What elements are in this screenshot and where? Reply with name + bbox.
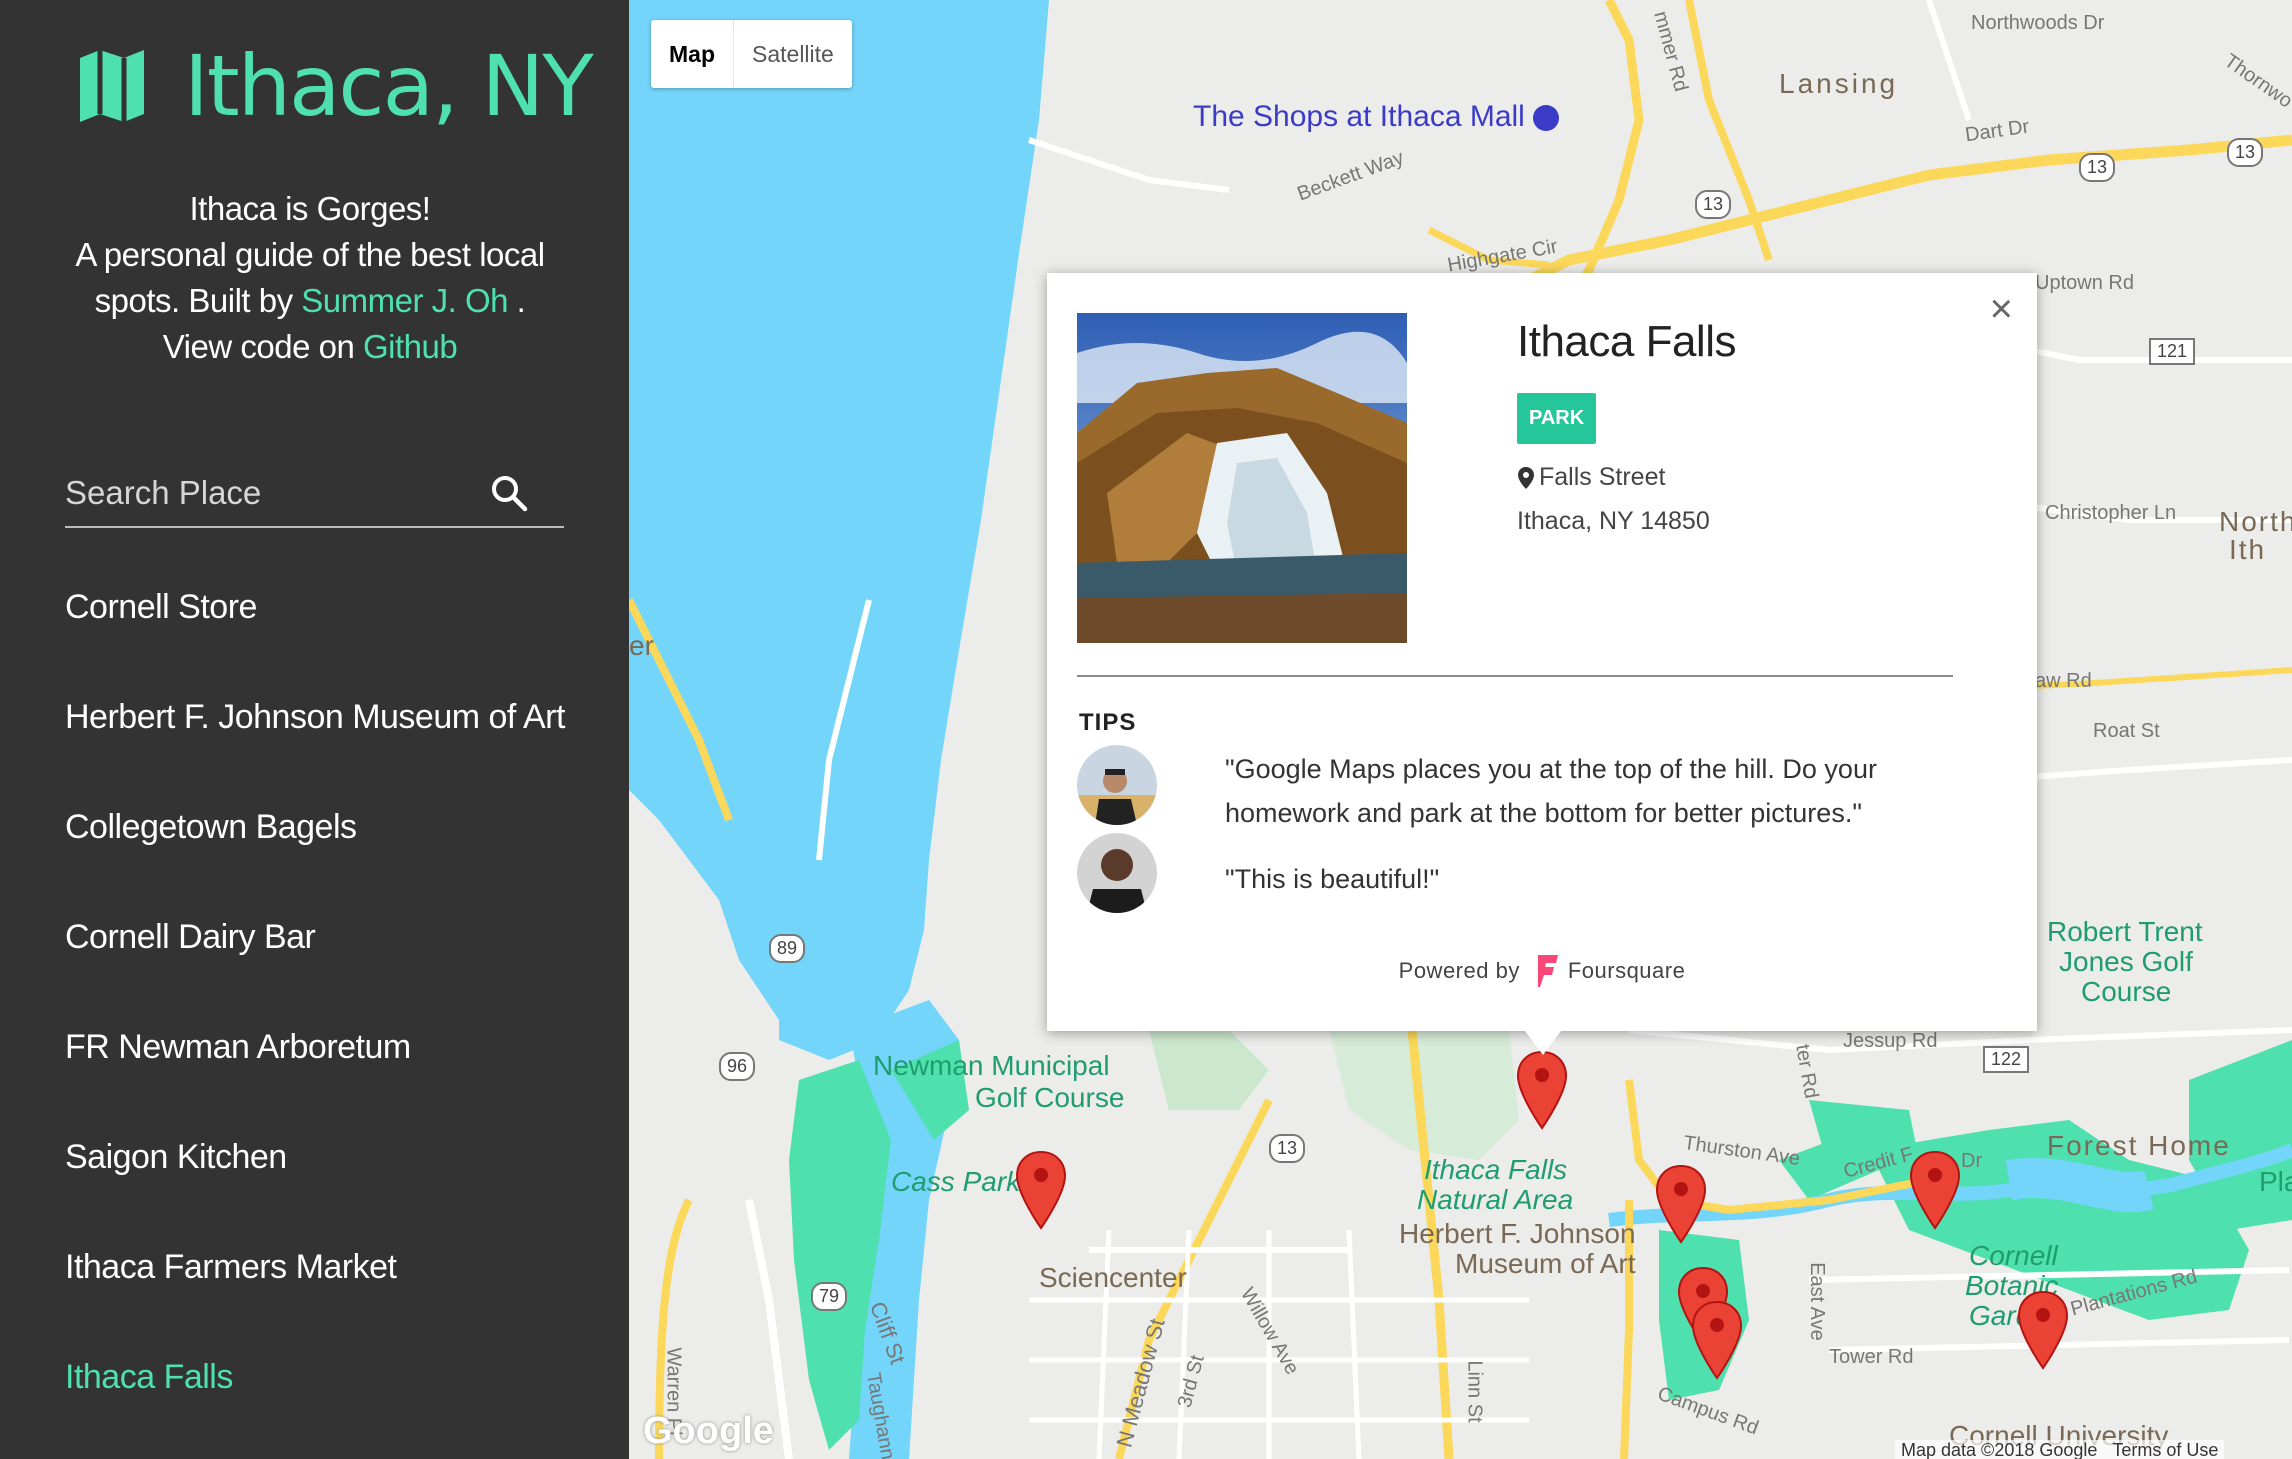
map-label-uptown: Uptown Rd <box>2035 272 2134 294</box>
location-pin-icon <box>1518 466 1534 489</box>
route-89-shield: 89 <box>769 934 806 963</box>
place-item[interactable]: FR Newman Arboretum <box>65 1025 565 1135</box>
map-label-shops: The Shops at Ithaca Mall <box>1193 100 1560 134</box>
about-text: Ithaca is Gorges! A personal guide of th… <box>60 186 560 370</box>
app-title: Ithaca, NY <box>184 37 594 135</box>
route-13-shield: 13 <box>1695 190 1732 219</box>
divider <box>1077 675 1953 677</box>
github-link[interactable]: Github <box>363 328 458 365</box>
map-attribution: Map data ©2018 Google Terms of Use <box>1895 1440 2225 1459</box>
route-122-shield: 122 <box>1983 1046 2030 1073</box>
info-window-pointer <box>1525 1031 1561 1055</box>
map-label-dr: Dr <box>1961 1150 1983 1172</box>
tip-author-avatar <box>1077 745 1157 825</box>
brand: Ithaca, NY <box>76 36 594 136</box>
map-type-control: Map Satellite <box>651 20 852 88</box>
google-logo: Google <box>643 1410 774 1452</box>
foursquare-icon <box>1537 955 1558 987</box>
place-photo <box>1077 313 1407 643</box>
route-13-shield: 13 <box>2227 138 2264 167</box>
powered-by-text: Powered by <box>1398 958 1520 983</box>
map-label-lansing: Lansing <box>1779 68 1899 99</box>
map-label-newman-1: Newman Municipal <box>873 1050 1110 1081</box>
search-icon[interactable] <box>490 474 528 512</box>
map-marker[interactable] <box>2017 1290 2069 1370</box>
map-label-falls-area-2: Natural Area <box>1417 1184 1574 1215</box>
map-label-cass: Cass Park <box>891 1166 1021 1197</box>
map-marker[interactable] <box>1909 1150 1961 1230</box>
provider-name[interactable]: Foursquare <box>1568 958 1686 984</box>
map-type-map-button[interactable]: Map <box>651 20 734 88</box>
map-label-shops-text: The Shops at Ithaca Mall <box>1193 100 1525 133</box>
route-79-shield: 79 <box>811 1282 848 1311</box>
place-name: Ithaca Falls <box>1517 317 1736 366</box>
powered-by: Powered by Foursquare <box>1047 953 2037 989</box>
map-label-falls-area-1: Ithaca Falls <box>1424 1154 1568 1185</box>
map-label-roat: Roat St <box>2093 720 2160 742</box>
search-box <box>65 460 564 528</box>
map-label-jessup: Jessup Rd <box>1843 1030 1938 1052</box>
search-input[interactable] <box>65 460 485 526</box>
address-line-2: Ithaca, NY 14850 <box>1517 507 1710 535</box>
tips-heading: TIPS <box>1079 709 1137 736</box>
tip-author-avatar <box>1077 833 1157 913</box>
map-marker-active[interactable] <box>1516 1050 1568 1130</box>
sidebar: Ithaca, NY Ithaca is Gorges! A personal … <box>0 0 629 1459</box>
map-label-robert-trent-2: Jones Golf <box>2059 946 2193 977</box>
map-data-text: Map data ©2018 Google <box>1901 1440 2098 1459</box>
map-label-christopher: Christopher Ln <box>2045 502 2177 524</box>
tagline: Ithaca is Gorges! <box>189 190 431 227</box>
map-marker[interactable] <box>1691 1300 1743 1380</box>
map-label-linn: Linn St <box>1463 1360 1486 1423</box>
map-label-robert-trent-3: Course <box>2081 976 2172 1007</box>
map-label-northwoods: Northwoods Dr <box>1971 12 2105 34</box>
map-marker[interactable] <box>1655 1164 1707 1244</box>
map-label-johnson-1: Herbert F. Johnson <box>1399 1218 1636 1249</box>
place-item[interactable]: Saigon Kitchen <box>65 1135 565 1245</box>
route-13-shield: 13 <box>1269 1134 1306 1163</box>
map-label-botanic-1: Cornell <box>1969 1240 2058 1271</box>
map-label-newman-2: Golf Course <box>975 1082 1125 1113</box>
route-13-shield: 13 <box>2079 153 2116 182</box>
place-item-active[interactable]: Ithaca Falls <box>65 1355 565 1459</box>
place-item[interactable]: Ithaca Farmers Market <box>65 1245 565 1355</box>
map-label-pla: Pla <box>2259 1166 2292 1197</box>
route-96-shield: 96 <box>719 1052 756 1081</box>
map-type-satellite-button[interactable]: Satellite <box>734 20 852 88</box>
map-label-johnson-2: Museum of Art <box>1455 1248 1636 1279</box>
close-icon[interactable]: × <box>1990 289 2013 329</box>
intro: A personal guide of the best local spots… <box>60 232 560 370</box>
place-item[interactable]: Collegetown Bagels <box>65 805 565 915</box>
map-label-north-2: Ith <box>2229 534 2267 565</box>
map-label-er: er <box>629 630 654 661</box>
route-121-shield: 121 <box>2149 338 2196 365</box>
place-item[interactable]: Cornell Dairy Bar <box>65 915 565 1025</box>
map-icon <box>80 50 144 122</box>
tip-text: "This is beautiful!" <box>1225 864 1440 894</box>
map-label-forest-home: Forest Home <box>2047 1130 2231 1161</box>
info-window: × Ithaca Falls PARK Falls Street Ithaca,… <box>1047 273 2037 1055</box>
tip-text: "Google Maps places you at the top of th… <box>1225 754 1877 828</box>
place-item[interactable]: Cornell Store <box>65 585 565 695</box>
place-list: Cornell Store Herbert F. Johnson Museum … <box>65 585 565 1459</box>
terms-link[interactable]: Terms of Use <box>2112 1440 2218 1459</box>
place-item[interactable]: Herbert F. Johnson Museum of Art <box>65 695 565 805</box>
author-link[interactable]: Summer J. Oh <box>301 282 508 319</box>
address-line-1: Falls Street <box>1517 463 1665 492</box>
map-label-tower: Tower Rd <box>1829 1346 1914 1368</box>
address-street: Falls Street <box>1539 463 1666 491</box>
map-label-sciencenter: Sciencenter <box>1039 1262 1187 1293</box>
category-badge: PARK <box>1517 393 1597 444</box>
map-marker[interactable] <box>1015 1150 1067 1230</box>
map-label-warren-rd: aw Rd <box>2035 670 2092 692</box>
map-label-east: East Ave <box>1805 1262 1828 1341</box>
map-label-robert-trent-1: Robert Trent <box>2047 916 2203 947</box>
shopping-bag-icon <box>1533 105 1560 132</box>
